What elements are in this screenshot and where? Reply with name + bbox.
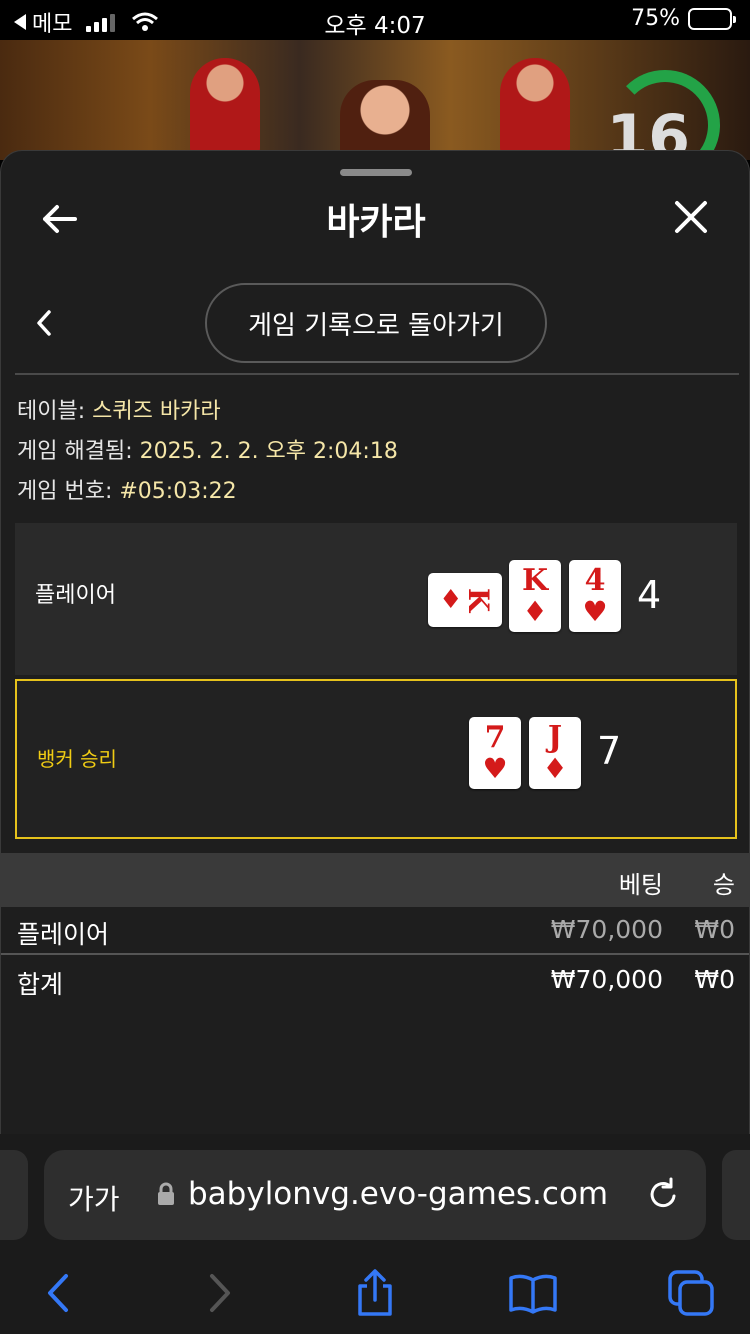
row-win-amount: ₩0 xyxy=(694,915,735,944)
card-suit: ♥ xyxy=(582,595,608,628)
card-suit: ♦ xyxy=(542,752,568,785)
battery-icon xyxy=(688,7,736,30)
share-icon[interactable] xyxy=(350,1268,400,1318)
game-history-sheet: 바카라 게임 기록으로 돌아가기 테이블: 스퀴즈 바카라 게임 해결됨: 20… xyxy=(0,150,750,1134)
info-resolved: 게임 해결됨: 2025. 2. 2. 오후 2:04:18 xyxy=(17,433,398,465)
page-settings-button[interactable]: 가가 xyxy=(68,1178,120,1218)
info-game-number: 게임 번호: #05:03:22 xyxy=(17,473,237,505)
info-resolved-value: 2025. 2. 2. 오후 2:04:18 xyxy=(139,439,398,464)
divider xyxy=(15,373,739,375)
info-resolved-label: 게임 해결됨: xyxy=(17,439,133,464)
sheet-grabber[interactable] xyxy=(340,169,412,176)
table-row: 플레이어 ₩70,000 ₩0 xyxy=(1,907,749,955)
player-card-1: ♦ K xyxy=(428,573,502,627)
tabs-icon[interactable] xyxy=(666,1268,716,1318)
header-win: 승 xyxy=(712,871,735,899)
card-rank: J xyxy=(547,720,563,755)
live-video-background: 16 xyxy=(0,40,750,160)
lock-icon xyxy=(158,1182,174,1205)
browser-bottom-bar: 가가 babylonvg.evo-games.com xyxy=(0,1134,750,1334)
card-suit: ♦ xyxy=(439,585,463,615)
player-label: 플레이어 xyxy=(35,583,116,608)
banker-result-row: 뱅커 승리 7 ♥ J ♦ 7 xyxy=(15,679,737,839)
player-score: 4 xyxy=(637,573,662,617)
player-card-3: 4 ♥ xyxy=(569,560,621,632)
dealer-figure xyxy=(190,58,260,158)
banker-score: 7 xyxy=(597,729,622,773)
previous-tab-peek[interactable] xyxy=(0,1150,28,1240)
banker-win-label: 뱅커 승리 xyxy=(37,747,117,771)
card-suit: ♦ xyxy=(522,595,548,628)
row-bet-name: 플레이어 xyxy=(17,920,110,949)
player-card-2: K ♦ xyxy=(509,560,561,632)
info-game-number-value: #05:03:22 xyxy=(119,479,237,504)
card-rank: 7 xyxy=(484,720,506,755)
card-rank: K xyxy=(462,587,496,613)
header-bet: 베팅 xyxy=(618,871,663,899)
total-win-amount: ₩0 xyxy=(694,965,735,994)
address-bar[interactable]: 가가 babylonvg.evo-games.com xyxy=(44,1150,706,1240)
banker-card-1: 7 ♥ xyxy=(469,717,521,789)
sheet-title: 바카라 xyxy=(326,202,426,243)
battery-percent: 75% xyxy=(631,6,680,31)
info-table-value: 스퀴즈 바카라 xyxy=(92,399,221,424)
total-bet-amount: ₩70,000 xyxy=(550,965,663,994)
bookmarks-icon[interactable] xyxy=(508,1268,558,1318)
info-table-label: 테이블: xyxy=(17,399,86,424)
next-tab-peek[interactable] xyxy=(722,1150,750,1240)
browser-back-icon[interactable] xyxy=(34,1268,84,1318)
status-right: 75% xyxy=(631,6,736,31)
info-table: 테이블: 스퀴즈 바카라 xyxy=(17,393,221,425)
status-bar: 메모 오후 4:07 75% xyxy=(0,0,750,40)
close-icon[interactable] xyxy=(673,199,709,235)
card-suit: ♥ xyxy=(482,752,508,785)
bets-table-header: 베팅 승 xyxy=(1,853,749,907)
banker-card-2: J ♦ xyxy=(529,717,581,789)
dealer-figure xyxy=(500,58,570,158)
browser-forward-icon[interactable] xyxy=(194,1268,244,1318)
total-label: 합계 xyxy=(17,970,64,999)
table-total-row: 합계 ₩70,000 ₩0 xyxy=(1,957,749,1005)
info-game-number-label: 게임 번호: xyxy=(17,479,113,504)
chevron-left-icon[interactable] xyxy=(31,308,57,338)
url-text[interactable]: babylonvg.evo-games.com xyxy=(188,1176,608,1212)
card-rank: K xyxy=(521,563,549,598)
back-to-history-button[interactable]: 게임 기록으로 돌아가기 xyxy=(205,283,547,363)
dealer-figure xyxy=(340,80,430,160)
row-bet-amount: ₩70,000 xyxy=(550,915,663,944)
table-divider xyxy=(1,953,749,955)
reload-icon[interactable] xyxy=(646,1176,680,1212)
card-rank: 4 xyxy=(584,563,606,598)
player-result-row: 플레이어 ♦ K K ♦ 4 ♥ 4 xyxy=(15,523,737,675)
